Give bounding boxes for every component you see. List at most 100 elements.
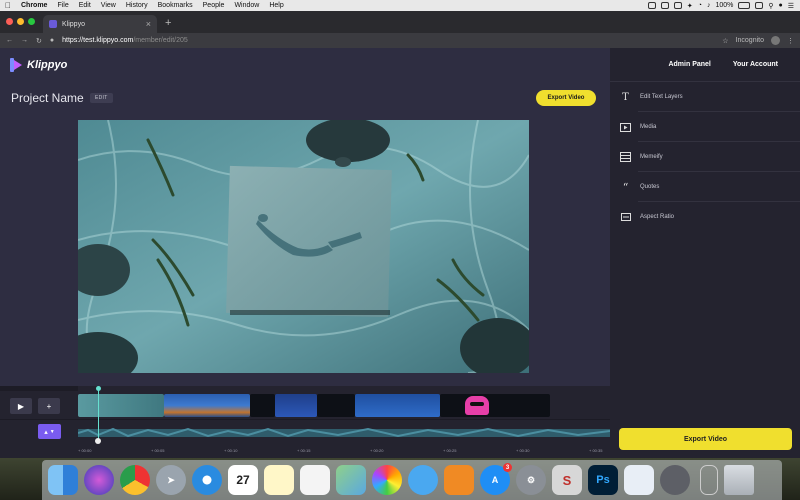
video-clip[interactable] <box>275 394 317 417</box>
menu-file[interactable]: File <box>52 2 73 9</box>
timeline-tick-label: + 00:35 <box>589 448 603 453</box>
audio-waveform[interactable] <box>78 426 610 440</box>
tab-klippyo[interactable]: Klippyo × <box>43 15 157 33</box>
reload-icon[interactable]: ↻ <box>36 37 42 45</box>
maps-icon[interactable] <box>336 465 366 495</box>
url-field[interactable]: https://test.klippyo.com/member/edit/205 <box>62 37 188 44</box>
menu-people[interactable]: People <box>198 2 230 9</box>
close-window-icon[interactable] <box>6 18 13 25</box>
video-track: ▶ + <box>0 390 610 420</box>
tray-app-icon[interactable] <box>660 2 669 9</box>
menu-edit[interactable]: Edit <box>74 2 96 9</box>
timeline-tick-label: + 00:15 <box>297 448 311 453</box>
maximize-window-icon[interactable] <box>28 18 35 25</box>
close-tab-icon[interactable]: × <box>146 19 151 29</box>
klippyo-favicon-icon <box>49 20 57 28</box>
tool-label: Quotes <box>640 184 660 190</box>
klippyo-app: Klippyo Project Name EDIT Export Video A… <box>0 48 800 458</box>
browser-menu-icon[interactable]: ⋮ <box>787 37 794 45</box>
mac-dock: ➤ 27 A3 ⚙ S Ps <box>42 460 782 500</box>
admin-panel-link[interactable]: Admin Panel <box>668 61 710 68</box>
control-center-icon[interactable]: ☰ <box>788 2 794 10</box>
video-clip[interactable] <box>250 394 275 417</box>
tool-aspect-ratio[interactable]: Aspect Ratio <box>610 202 800 232</box>
siri-icon[interactable] <box>84 465 114 495</box>
video-clip[interactable] <box>78 394 164 417</box>
calendar-icon[interactable]: 27 <box>228 465 258 495</box>
timeline-tick-label: + 00:25 <box>443 448 457 453</box>
new-tab-icon[interactable]: + <box>157 17 171 33</box>
battery-percent: 100% <box>715 2 734 9</box>
chrome-icon[interactable] <box>120 465 150 495</box>
video-preview[interactable] <box>78 120 529 373</box>
system-preferences-icon[interactable]: ⚙ <box>516 465 546 495</box>
search-icon[interactable]: ⚲ <box>768 2 773 10</box>
slack-style-app-icon[interactable]: S <box>552 465 582 495</box>
video-app-icon[interactable] <box>660 465 690 495</box>
menu-chrome[interactable]: Chrome <box>16 2 52 9</box>
back-icon[interactable]: ← <box>6 37 13 44</box>
bluetooth-icon[interactable]: ✦ <box>687 2 693 10</box>
edit-project-name-button[interactable]: EDIT <box>90 93 113 103</box>
video-clip[interactable] <box>164 394 250 417</box>
wifi-icon[interactable]: ◔ <box>698 2 702 9</box>
finder-icon[interactable] <box>48 465 78 495</box>
tool-edit-text-layers[interactable]: T Edit Text Layers <box>610 82 800 112</box>
launchpad-icon[interactable]: ➤ <box>156 465 186 495</box>
add-clip-button[interactable]: + <box>38 398 60 414</box>
tab-title: Klippyo <box>62 20 85 28</box>
logo-text: Klippyo <box>27 59 68 71</box>
video-clip[interactable] <box>355 394 440 417</box>
menu-view[interactable]: View <box>96 2 121 9</box>
export-video-button-bottom[interactable]: Export Video <box>619 428 792 450</box>
your-account-link[interactable]: Your Account <box>733 61 778 68</box>
volume-icon[interactable]: ♪ <box>707 2 711 9</box>
battery-icon[interactable] <box>738 2 751 9</box>
safari-icon[interactable] <box>192 465 222 495</box>
tool-quotes[interactable]: “ Quotes <box>610 172 800 202</box>
playhead-handle[interactable] <box>95 438 101 444</box>
memeify-icon <box>619 151 632 163</box>
incognito-icon[interactable] <box>771 36 780 45</box>
user-icon[interactable]: ● <box>778 2 782 9</box>
tool-media[interactable]: Media <box>610 112 800 142</box>
notes-icon[interactable] <box>264 465 294 495</box>
project-name[interactable]: Project Name <box>11 91 84 105</box>
app-store-icon[interactable]: A3 <box>480 463 512 495</box>
apple-icon[interactable]:  <box>0 1 16 10</box>
video-clip[interactable] <box>440 394 550 417</box>
tool-label: Media <box>640 124 657 130</box>
playhead[interactable] <box>95 386 101 444</box>
document-icon[interactable] <box>624 465 654 495</box>
messages-icon[interactable] <box>408 465 438 495</box>
video-clip[interactable] <box>317 394 355 417</box>
bookmark-star-icon[interactable]: ☆ <box>722 37 728 45</box>
tool-label: Aspect Ratio <box>640 214 675 220</box>
notification-badge: 3 <box>503 463 512 472</box>
menu-window[interactable]: Window <box>229 2 264 9</box>
menu-bookmarks[interactable]: Bookmarks <box>153 2 198 9</box>
tool-memeify[interactable]: Memeify <box>610 142 800 172</box>
url-host: https://test.klippyo.com <box>62 37 134 44</box>
books-icon[interactable] <box>444 465 474 495</box>
minimize-window-icon[interactable] <box>17 18 24 25</box>
klippyo-logo[interactable]: Klippyo <box>10 58 67 72</box>
tray-app-icon[interactable] <box>647 2 656 9</box>
audio-volume-button[interactable]: ▴ ▼ <box>38 424 61 439</box>
status-tray: ✦ ◔ ♪ 100% ⚲ ● ☰ <box>647 2 800 10</box>
forward-icon[interactable]: → <box>21 37 28 44</box>
display-icon[interactable] <box>755 2 764 9</box>
reminders-icon[interactable] <box>300 465 330 495</box>
photos-icon[interactable] <box>372 465 402 495</box>
mac-menu-bar:  Chrome File Edit View History Bookmark… <box>0 0 800 11</box>
tray-app-icon[interactable] <box>673 2 682 9</box>
tool-label: Memeify <box>640 154 663 160</box>
export-video-button[interactable]: Export Video <box>536 90 596 106</box>
trash-icon[interactable] <box>724 465 754 495</box>
menu-help[interactable]: Help <box>264 2 288 9</box>
photoshop-icon[interactable]: Ps <box>588 465 618 495</box>
chevron-down-icon: ▼ <box>49 428 55 435</box>
menu-history[interactable]: History <box>121 2 153 9</box>
play-button[interactable]: ▶ <box>10 398 32 414</box>
lock-icon: ● <box>49 37 55 44</box>
